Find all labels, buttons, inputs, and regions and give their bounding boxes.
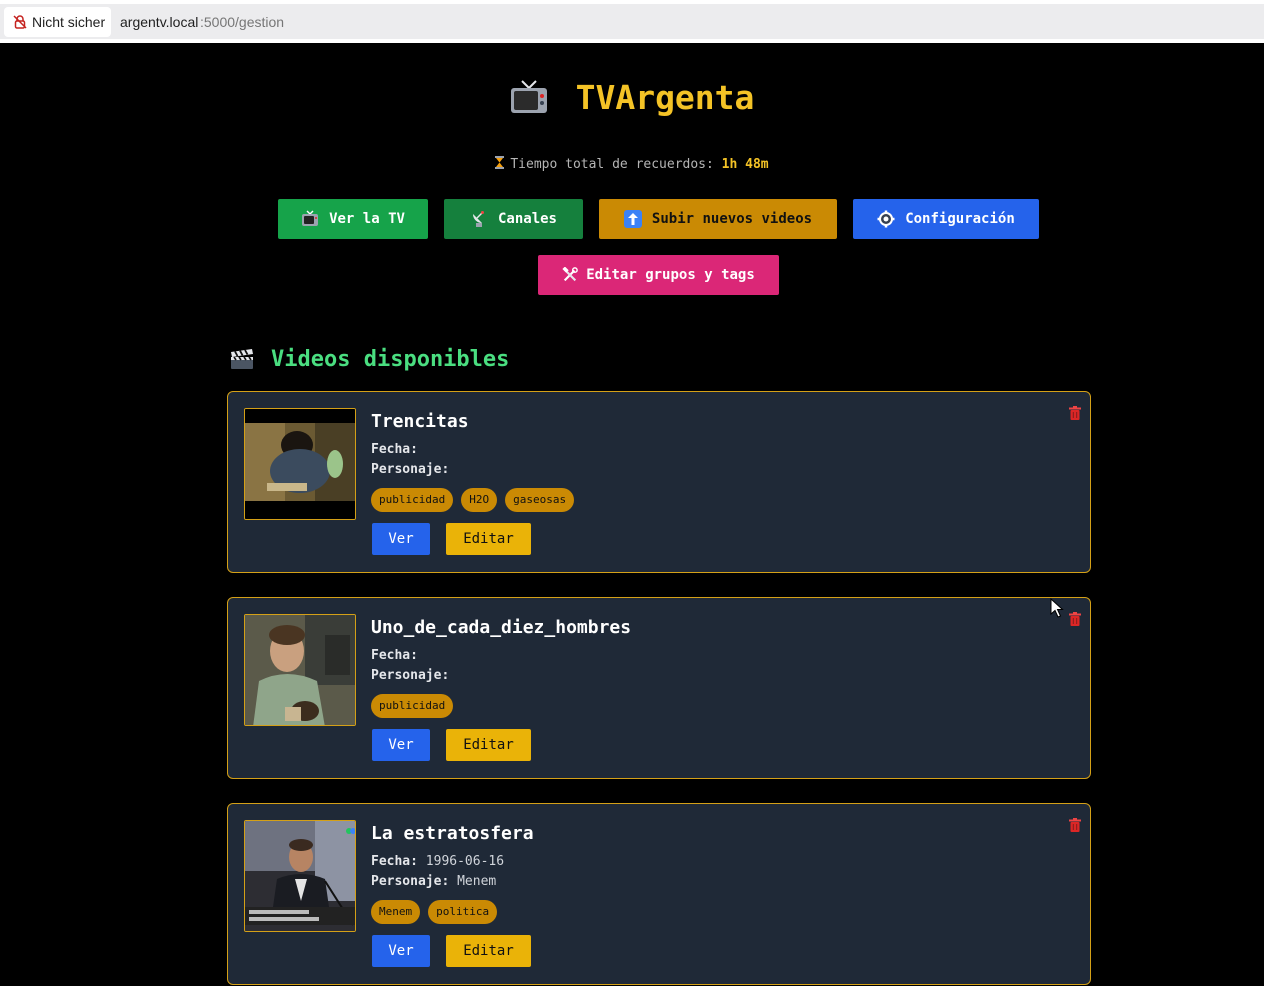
video-personaje: Personaje: <box>371 668 449 683</box>
satellite-antenna-icon <box>472 211 484 227</box>
not-secure-icon <box>13 15 27 29</box>
video-card: Uno_de_cada_diez_hombres Fecha: Personaj… <box>227 597 1091 779</box>
video-title: La estratosfera <box>371 823 534 844</box>
ver-button[interactable]: Ver <box>372 729 430 761</box>
personaje-value: Menem <box>457 874 497 889</box>
hammer-wrench-icon <box>562 267 579 282</box>
video-thumbnail-image <box>245 615 355 725</box>
security-label: Nicht sicher <box>32 14 106 30</box>
trash-icon[interactable] <box>1069 406 1081 420</box>
fecha-label: Fecha: <box>371 442 418 457</box>
editar-grupos-tags-button[interactable]: Editar grupos y tags <box>538 255 779 295</box>
editar-button[interactable]: Editar <box>446 935 531 967</box>
trash-icon[interactable] <box>1069 612 1081 626</box>
personaje-label: Personaje: <box>371 462 450 477</box>
video-fecha: Fecha: 1996-06-16 <box>371 854 504 869</box>
video-title: Uno_de_cada_diez_hombres <box>371 617 632 638</box>
television-icon <box>510 80 547 113</box>
ver-button[interactable]: Ver <box>372 523 430 555</box>
video-card: La estratosfera Fecha: 1996-06-16 Person… <box>227 803 1091 985</box>
tag-badge: politica <box>428 900 498 924</box>
video-personaje: Personaje: Menem <box>371 874 496 889</box>
ver-button[interactable]: Ver <box>372 935 430 967</box>
editar-grupos-tags-label: Editar grupos y tags <box>586 267 755 283</box>
ver-tv-button[interactable]: Ver la TV <box>278 199 428 239</box>
video-thumbnail[interactable] <box>244 820 356 932</box>
tag-list: Menem politica <box>371 900 505 924</box>
total-time-value: 1h 48m <box>721 157 769 172</box>
television-icon <box>302 210 319 226</box>
videos-section-label: Videos disponibles <box>271 346 510 372</box>
personaje-label: Personaje: <box>371 874 450 889</box>
editar-button[interactable]: Editar <box>446 729 531 761</box>
fecha-value: 1996-06-16 <box>425 854 505 869</box>
security-chip[interactable]: Nicht sicher <box>4 7 111 37</box>
mouse-cursor-icon <box>1050 598 1064 618</box>
tag-badge: publicidad <box>371 694 454 718</box>
configuracion-label: Configuración <box>905 211 1015 227</box>
tag-list: publicidad H2O gaseosas <box>371 488 582 512</box>
gear-icon <box>877 210 895 228</box>
up-arrow-icon <box>623 210 642 228</box>
video-thumbnail-image <box>245 409 355 519</box>
video-thumbnail[interactable] <box>244 408 356 520</box>
fecha-label: Fecha: <box>371 648 418 663</box>
tag-badge: gaseosas <box>505 488 575 512</box>
subir-videos-button[interactable]: Subir nuevos videos <box>599 199 837 239</box>
video-personaje: Personaje: <box>371 462 449 477</box>
video-title: Trencitas <box>371 411 469 432</box>
total-time: Tiempo total de recuerdos: 1h 48m <box>0 156 1264 174</box>
tag-list: publicidad <box>371 694 461 718</box>
total-time-label: Tiempo total de recuerdos: <box>510 157 722 172</box>
videos-section-title: Videos disponibles <box>230 344 509 374</box>
url-host[interactable]: argentv.local <box>120 14 198 31</box>
video-thumbnail[interactable] <box>244 614 356 726</box>
video-card: Trencitas Fecha: Personaje: publicidad H… <box>227 391 1091 573</box>
trash-icon[interactable] <box>1069 818 1081 832</box>
video-thumbnail-image <box>245 821 355 931</box>
app-title: TVArgenta <box>575 77 755 117</box>
tag-badge: H2O <box>461 488 498 512</box>
url-path[interactable]: :5000/gestion <box>200 14 284 31</box>
clapper-board-icon <box>231 349 253 369</box>
personaje-label: Personaje: <box>371 668 450 683</box>
subir-videos-label: Subir nuevos videos <box>651 211 813 227</box>
video-fecha: Fecha: <box>371 648 418 663</box>
editar-button[interactable]: Editar <box>446 523 531 555</box>
browser-chrome: Nicht sicher argentv.local :5000/gestion <box>0 0 1264 43</box>
hourglass-icon <box>495 156 505 169</box>
ver-tv-label: Ver la TV <box>329 211 405 227</box>
fecha-label: Fecha: <box>371 854 418 869</box>
tag-badge: Menem <box>371 900 421 924</box>
app-header: TVArgenta <box>0 72 1264 122</box>
video-fecha: Fecha: <box>371 442 418 457</box>
configuracion-button[interactable]: Configuración <box>853 199 1039 239</box>
canales-button[interactable]: Canales <box>444 199 583 239</box>
tag-badge: publicidad <box>371 488 454 512</box>
canales-label: Canales <box>497 211 557 227</box>
